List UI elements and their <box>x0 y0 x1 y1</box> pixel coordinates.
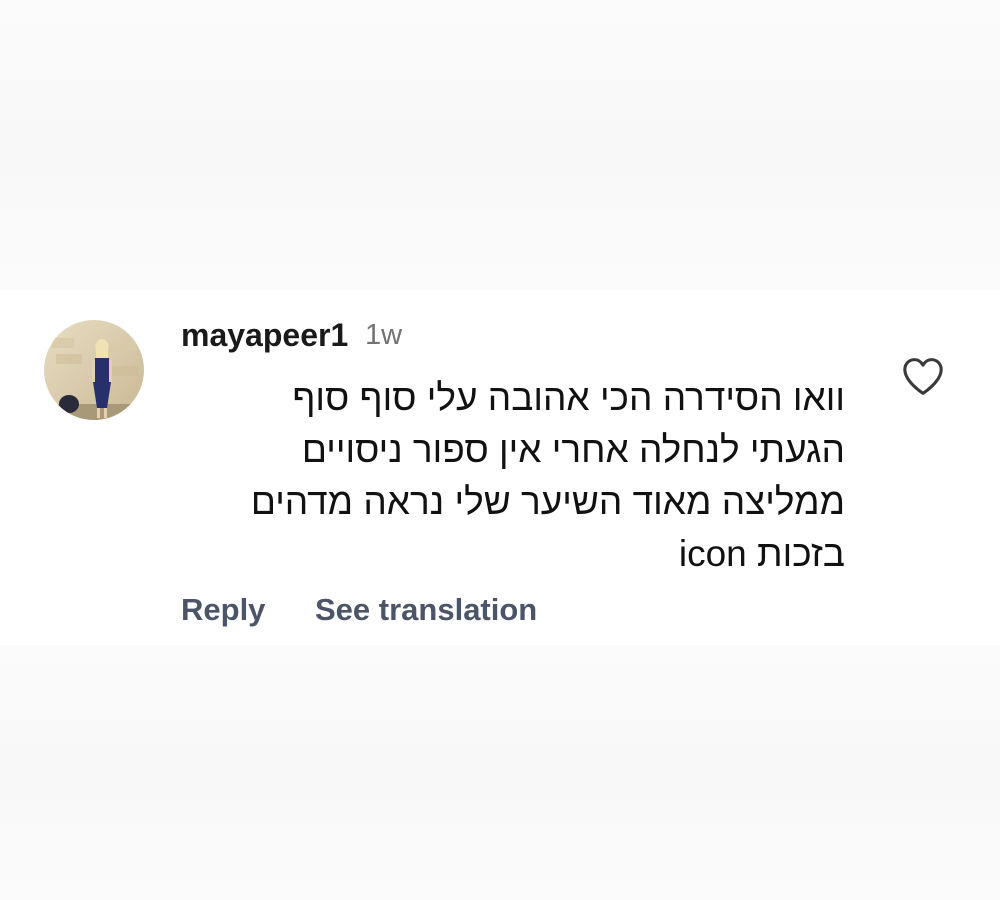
avatar[interactable] <box>44 320 144 420</box>
comment-line: ממליצה מאוד השיער שלי נראה מדהים <box>250 481 845 522</box>
comment-line: בזכות icon <box>678 533 845 574</box>
comment-line: הגעתי לנחלה אחרי אין ספור ניסויים <box>301 429 845 470</box>
comment-text: וואו הסידרה הכי אהובה עלי סוף סוף הגעתי … <box>185 372 845 580</box>
comment-line: וואו הסידרה הכי אהובה עלי סוף סוף <box>292 377 845 418</box>
avatar-image <box>44 320 144 420</box>
faded-next-comment <box>0 645 1000 900</box>
reply-button[interactable]: Reply <box>181 590 265 630</box>
see-translation-button[interactable]: See translation <box>315 590 537 630</box>
comment-username[interactable]: mayapeer1 <box>181 317 348 353</box>
faded-previous-comment <box>0 0 1000 290</box>
comment-timestamp: 1w <box>365 319 403 351</box>
heart-outline-icon[interactable] <box>901 356 945 396</box>
